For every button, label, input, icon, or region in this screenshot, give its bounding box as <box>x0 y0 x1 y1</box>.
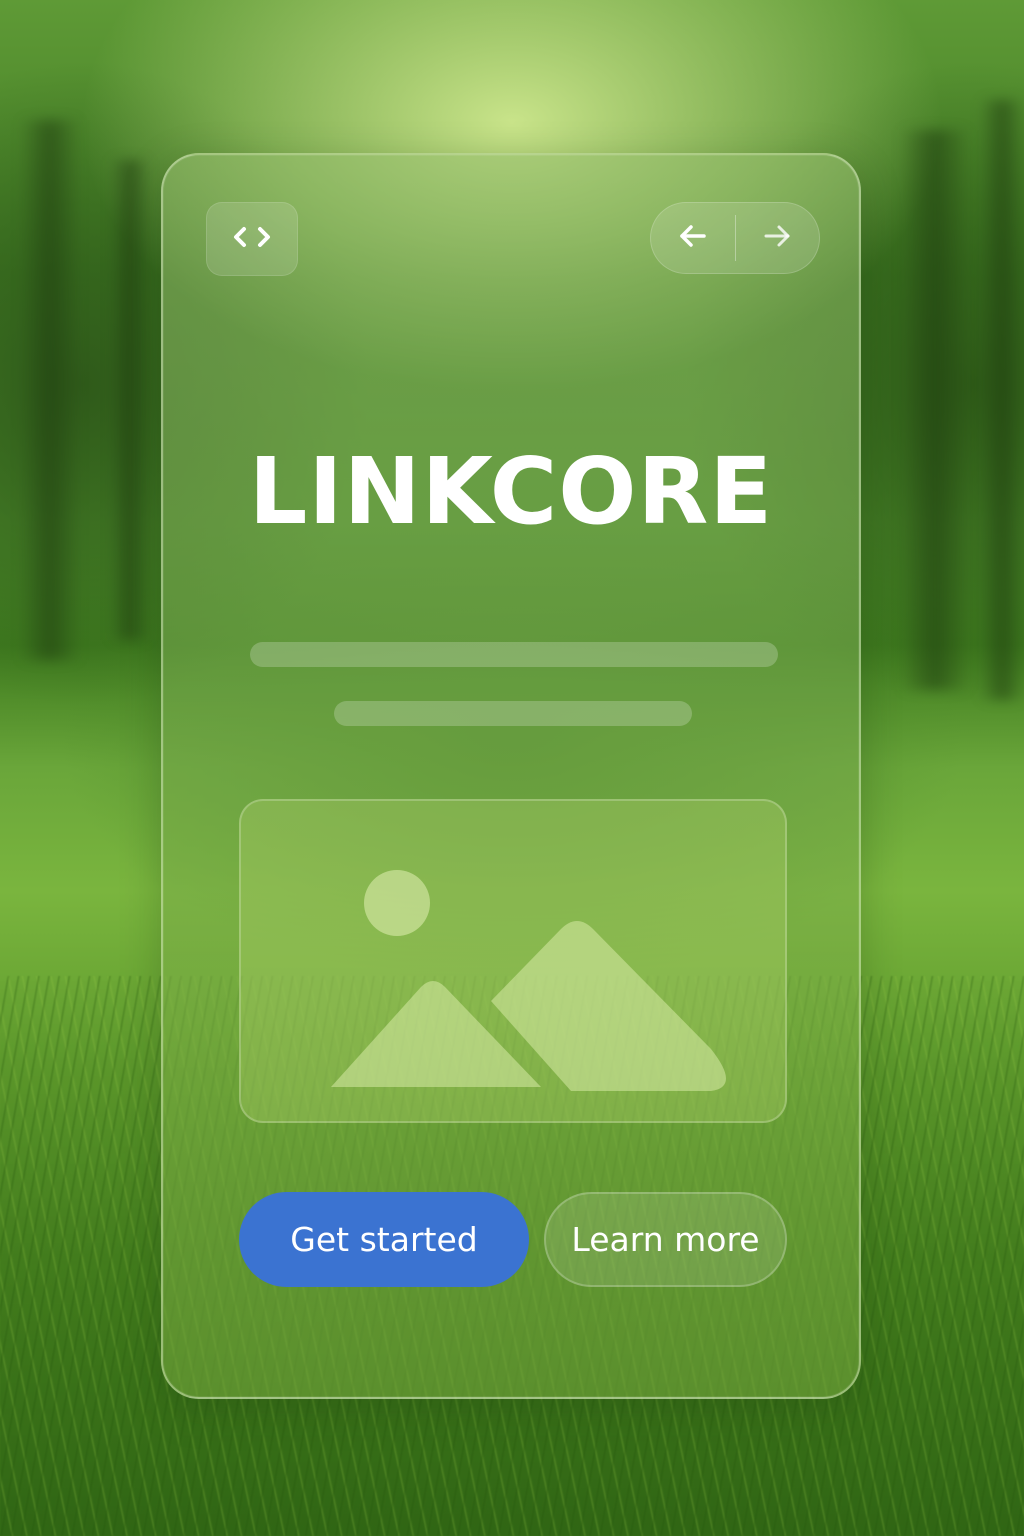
code-icon <box>230 223 274 256</box>
learn-more-button[interactable]: Learn more <box>544 1192 787 1287</box>
code-button[interactable] <box>206 202 298 276</box>
arrow-right-icon <box>760 222 794 255</box>
text-placeholder-line <box>250 642 778 667</box>
background-tree-trunk <box>980 100 1024 700</box>
back-button[interactable] <box>651 203 735 273</box>
background-scene: LINKCORE Get started Learn more <box>0 0 1024 1536</box>
background-tree-trunk <box>900 130 970 690</box>
text-placeholder-line <box>334 701 692 726</box>
navigation-pill <box>650 202 820 274</box>
arrow-left-icon <box>676 222 710 255</box>
get-started-button[interactable]: Get started <box>239 1192 529 1287</box>
background-tree-trunk <box>110 160 150 640</box>
glass-card: LINKCORE Get started Learn more <box>161 153 861 1399</box>
image-icon <box>241 870 785 1121</box>
app-title: LINKCORE <box>248 438 774 545</box>
forward-button[interactable] <box>736 203 820 273</box>
background-tree-trunk <box>20 120 80 660</box>
image-placeholder <box>239 799 787 1123</box>
